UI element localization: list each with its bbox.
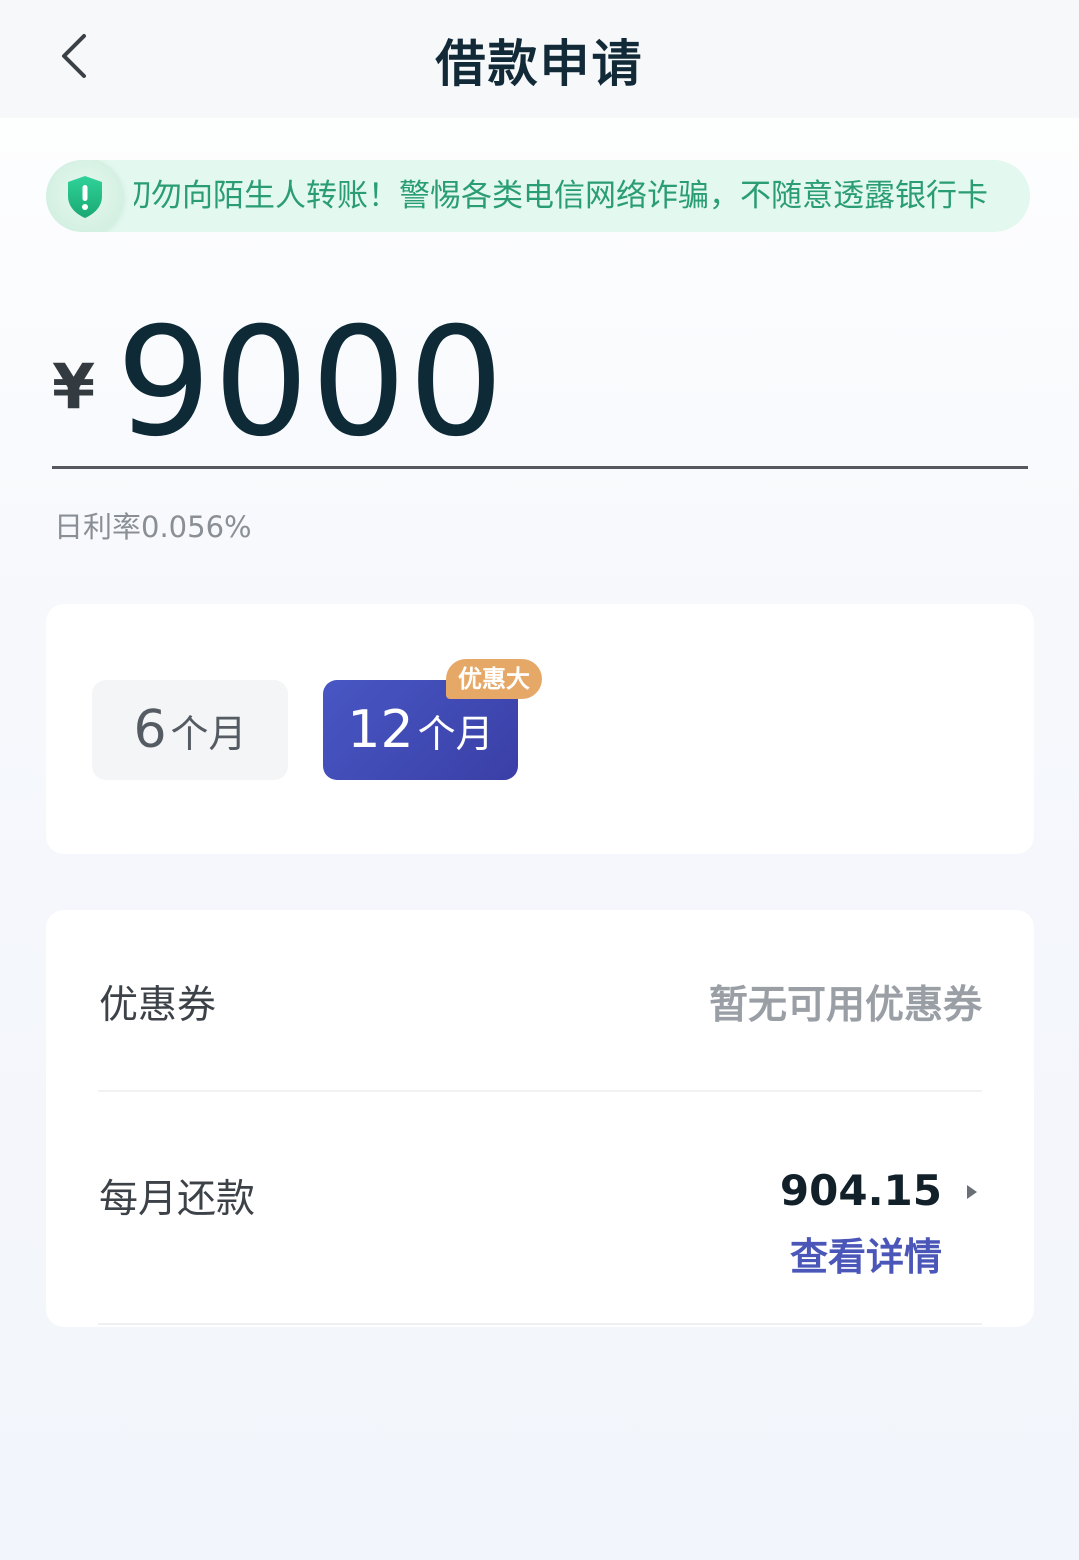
notice-text-content: 切勿向陌生人转账！警惕各类电信网络诈骗，不随意透露银行卡 <box>134 178 988 214</box>
view-details-link[interactable]: 查看详情 <box>790 1226 942 1281</box>
anti-fraud-notice[interactable]: 切勿向陌生人转账！警惕各类电信网络诈骗，不随意透露银行卡 <box>46 160 1030 232</box>
notice-text: 切勿向陌生人转账！警惕各类电信网络诈骗，不随意透露银行卡 <box>134 160 1004 232</box>
amount-input[interactable]: ¥ 9000 <box>52 296 1028 470</box>
repayment-info-card: 优惠券 暂无可用优惠券 每月还款 904.15 查看详情 <box>46 910 1034 1327</box>
shield-exclamation-icon <box>68 176 102 218</box>
term-number: 6 <box>133 700 167 760</box>
nav-bar: 借款申请 <box>0 0 1079 118</box>
amount-underline <box>52 466 1028 469</box>
row-divider <box>98 1090 982 1092</box>
currency-symbol: ¥ <box>52 350 96 423</box>
term-unit: 个月 <box>170 711 247 756</box>
amount-value: 9000 <box>116 296 506 470</box>
daily-rate: 日利率0.056% <box>54 510 252 544</box>
coupon-label: 优惠券 <box>99 983 217 1028</box>
caret-right-icon[interactable] <box>964 1182 980 1202</box>
page-title: 借款申请 <box>435 35 644 93</box>
bottom-divider <box>98 1323 982 1325</box>
discount-badge: 优惠大 <box>446 659 542 699</box>
coupon-value[interactable]: 暂无可用优惠券 <box>709 974 982 1030</box>
term-number: 12 <box>347 700 414 760</box>
term-option-6-months[interactable]: 6 个月 <box>92 680 288 780</box>
term-card: 6 个月 12 个月 优惠大 <box>46 604 1034 854</box>
monthly-repayment-label: 每月还款 <box>99 1177 256 1222</box>
monthly-repayment-amount: 904.15 <box>779 1166 942 1215</box>
notice-icon-badge <box>46 160 124 232</box>
term-unit: 个月 <box>417 711 494 756</box>
